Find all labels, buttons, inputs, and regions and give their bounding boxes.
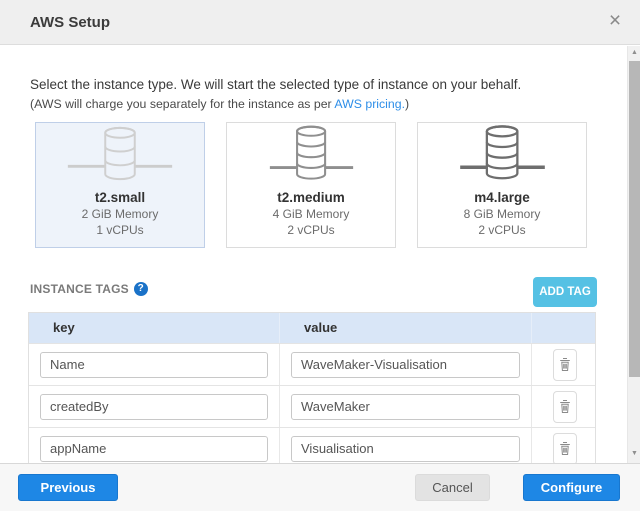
tag-key-input[interactable]: [40, 436, 268, 462]
cancel-button[interactable]: Cancel: [415, 474, 490, 501]
previous-button[interactable]: Previous: [18, 474, 118, 501]
delete-tag-button[interactable]: [553, 349, 577, 381]
table-header-row: key value: [29, 313, 595, 343]
trash-icon: [559, 357, 571, 372]
dialog-title: AWS Setup: [30, 14, 110, 31]
dialog-body: Select the instance type. We will start …: [0, 46, 640, 463]
table-row: [29, 343, 595, 385]
instance-name: m4.large: [474, 189, 530, 206]
instance-card-t2medium[interactable]: t2.medium 4 GiB Memory 2 vCPUs: [226, 122, 396, 248]
table-row: [29, 427, 595, 463]
scroll-down-icon[interactable]: ▼: [628, 447, 640, 461]
pricing-note-suffix: ): [405, 97, 409, 111]
help-icon[interactable]: ?: [134, 282, 148, 296]
pricing-note: (AWS will charge you separately for the …: [30, 97, 409, 111]
database-icon: [259, 123, 364, 184]
instance-memory: 2 GiB Memory: [82, 206, 159, 222]
instance-memory: 8 GiB Memory: [464, 206, 541, 222]
delete-tag-button[interactable]: [553, 391, 577, 423]
trash-icon: [559, 399, 571, 414]
instance-card-m4large[interactable]: m4.large 8 GiB Memory 2 vCPUs: [417, 122, 587, 248]
add-tag-button[interactable]: ADD TAG: [533, 277, 597, 307]
tag-value-input[interactable]: [291, 436, 520, 462]
instance-tags-text: INSTANCE TAGS: [30, 282, 129, 296]
column-header-actions: [531, 313, 597, 343]
instance-card-t2small[interactable]: t2.small 2 GiB Memory 1 vCPUs: [35, 122, 205, 248]
tag-value-input[interactable]: [291, 352, 520, 378]
tag-key-input[interactable]: [40, 352, 268, 378]
instance-tags-table: key value: [28, 312, 596, 463]
trash-icon: [559, 441, 571, 456]
aws-pricing-link[interactable]: AWS pricing.: [334, 97, 405, 111]
delete-tag-button[interactable]: [553, 433, 577, 464]
aws-setup-dialog: AWS Setup × Select the instance type. We…: [0, 0, 640, 511]
table-row: [29, 385, 595, 427]
column-header-value: value: [279, 313, 531, 343]
dialog-footer: Previous Cancel Configure: [0, 463, 640, 511]
intro-text: Select the instance type. We will start …: [30, 77, 521, 92]
scrollbar-thumb[interactable]: [629, 61, 640, 377]
tag-value-input[interactable]: [291, 394, 520, 420]
instance-type-list: t2.small 2 GiB Memory 1 vCPUs t2.medium …: [35, 122, 587, 248]
configure-button[interactable]: Configure: [523, 474, 620, 501]
vertical-scrollbar: ▲ ▼: [627, 46, 640, 463]
close-icon[interactable]: ×: [602, 8, 628, 34]
instance-vcpus: 2 vCPUs: [287, 222, 334, 238]
instance-vcpus: 2 vCPUs: [478, 222, 525, 238]
instance-name: t2.small: [95, 189, 145, 206]
instance-tags-label: INSTANCE TAGS ?: [30, 282, 148, 296]
instance-memory: 4 GiB Memory: [273, 206, 350, 222]
tag-key-input[interactable]: [40, 394, 268, 420]
dialog-header: AWS Setup ×: [0, 0, 640, 45]
pricing-note-prefix: (AWS will charge you separately for the …: [30, 97, 334, 111]
column-header-key: key: [29, 313, 279, 343]
instance-vcpus: 1 vCPUs: [96, 222, 143, 238]
instance-name: t2.medium: [277, 189, 345, 206]
database-icon: [445, 123, 560, 184]
scroll-up-icon[interactable]: ▲: [628, 46, 640, 60]
database-icon: [65, 123, 175, 184]
